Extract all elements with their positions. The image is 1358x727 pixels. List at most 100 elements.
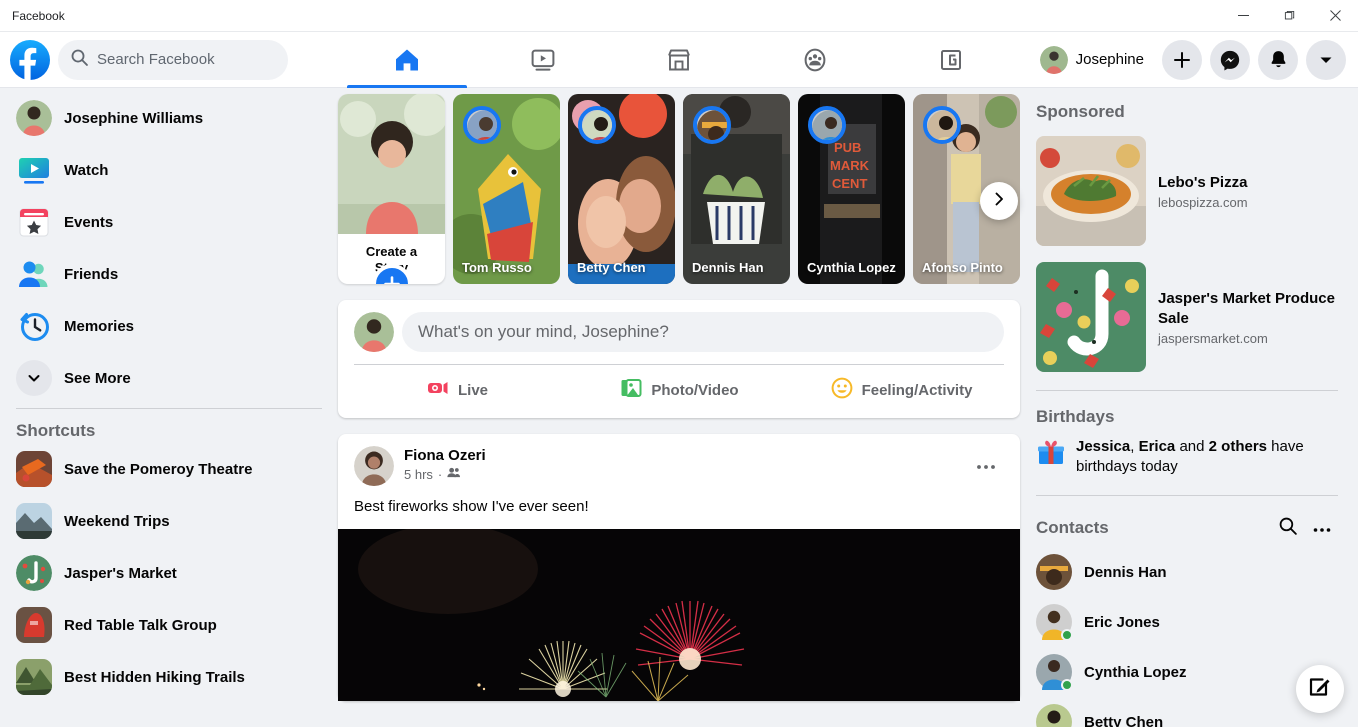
composer-feeling-button[interactable]: Feeling/Activity xyxy=(790,370,1012,410)
nav-tab-watch[interactable] xyxy=(475,32,611,88)
composer-input[interactable]: What's on your mind, Josephine? xyxy=(402,312,1004,352)
story-card[interactable]: Betty Chen xyxy=(568,94,675,284)
create-button[interactable] xyxy=(1162,39,1202,80)
sponsored-url: jaspersmarket.com xyxy=(1158,330,1268,346)
nav-tab-gaming[interactable] xyxy=(883,32,1019,88)
post-image[interactable] xyxy=(338,529,1020,701)
sidebar-item-label: Memories xyxy=(64,317,135,335)
post-more-button[interactable] xyxy=(968,446,1004,482)
birthday-item[interactable]: Jessica, Erica and 2 others have birthda… xyxy=(1028,433,1346,485)
feed-column: Create aStory Tom Russo xyxy=(338,88,1020,727)
story-name: Tom Russo xyxy=(462,260,532,275)
birthday-and: and xyxy=(1175,438,1209,455)
composer-live-label: Live xyxy=(457,381,488,399)
sidebar-item-label: See More xyxy=(64,369,131,387)
facebook-logo[interactable] xyxy=(10,39,50,80)
post-header: Fiona Ozeri 5 hrs · xyxy=(338,434,1020,486)
messenger-button[interactable] xyxy=(1210,39,1250,80)
sponsored-url: lebospizza.com xyxy=(1158,194,1248,210)
sidebar-item-label: Friends xyxy=(64,265,119,283)
live-video-icon xyxy=(426,376,450,404)
composer-photo-label: Photo/Video xyxy=(651,381,739,399)
sidebar-item-events[interactable]: Events xyxy=(8,200,330,244)
search-input[interactable] xyxy=(97,51,275,68)
birthday-text: Jessica, Erica and 2 others have birthda… xyxy=(1076,437,1338,477)
minimize-button[interactable] xyxy=(1220,0,1266,32)
sidebar-item-label: Josephine Williams xyxy=(64,109,204,127)
new-message-button[interactable] xyxy=(1296,665,1344,713)
sponsored-divider xyxy=(1036,390,1338,391)
post-author-avatar[interactable] xyxy=(354,446,394,486)
sidebar-item-label: Watch xyxy=(64,161,109,179)
shortcut-label: Best Hidden Hiking Trails xyxy=(64,668,245,686)
composer-live-button[interactable]: Live xyxy=(346,370,568,410)
avatar xyxy=(1036,704,1072,727)
notifications-button[interactable] xyxy=(1258,39,1298,80)
ellipsis-icon xyxy=(976,453,996,476)
contact-name: Cynthia Lopez xyxy=(1084,663,1187,681)
birthdays-divider xyxy=(1036,495,1338,496)
story-avatar xyxy=(463,106,501,144)
story-create-card[interactable]: Create aStory xyxy=(338,94,445,284)
shortcuts-heading: Shortcuts xyxy=(16,421,96,440)
contact-item-betty-chen[interactable]: Betty Chen xyxy=(1028,700,1346,727)
chevron-down-icon xyxy=(16,360,52,396)
sponsored-item-jaspers[interactable]: Jasper's Market Produce Sale jaspersmark… xyxy=(1028,254,1346,380)
contact-name: Betty Chen xyxy=(1084,713,1164,727)
sidebar-item-watch[interactable]: Watch xyxy=(8,148,330,192)
avatar xyxy=(1036,554,1072,590)
profile-chip[interactable]: Josephine xyxy=(1036,42,1154,78)
photo-icon xyxy=(619,376,643,404)
shortcut-label: Red Table Talk Group xyxy=(64,616,217,634)
shortcut-item-hiking[interactable]: Best Hidden Hiking Trails xyxy=(8,655,330,699)
shortcut-thumb-redtable xyxy=(16,607,52,643)
sidebar-item-friends[interactable]: Friends xyxy=(8,252,330,296)
contact-item-eric-jones[interactable]: Eric Jones xyxy=(1028,600,1346,644)
compose-icon xyxy=(1308,675,1332,704)
post-time: 5 hrs xyxy=(404,466,433,482)
post-composer-card: What's on your mind, Josephine? Live Pho… xyxy=(338,300,1020,418)
friends-icon xyxy=(16,256,52,292)
composer-photo-button[interactable]: Photo/Video xyxy=(568,370,790,410)
maximize-button[interactable] xyxy=(1266,0,1312,32)
account-menu-button[interactable] xyxy=(1306,39,1346,80)
story-card[interactable]: Dennis Han xyxy=(683,94,790,284)
sidebar-item-memories[interactable]: Memories xyxy=(8,304,330,348)
sidebar-item-profile[interactable]: Josephine Williams xyxy=(8,96,330,140)
shortcut-item-pomeroy[interactable]: Save the Pomeroy Theatre xyxy=(8,447,330,491)
shortcut-thumb-pomeroy xyxy=(16,451,52,487)
sidebar-item-see-more[interactable]: See More xyxy=(8,356,330,400)
nav-tab-home[interactable] xyxy=(339,32,475,88)
main-layout: Josephine Williams Watch Events Friends … xyxy=(0,88,1358,727)
watch-icon xyxy=(16,152,52,188)
story-card[interactable]: PUB MARK CENT Cynthia Lopez xyxy=(798,94,905,284)
shortcut-item-redtable[interactable]: Red Table Talk Group xyxy=(8,603,330,647)
composer-top-row: What's on your mind, Josephine? xyxy=(338,300,1020,364)
story-name: Betty Chen xyxy=(577,260,646,275)
friends-audience-icon xyxy=(447,466,461,482)
contacts-more-button[interactable] xyxy=(1306,512,1338,544)
sponsored-item-lebos[interactable]: Lebo's Pizza lebospizza.com xyxy=(1028,128,1346,254)
sponsored-text: Jasper's Market Produce Sale jaspersmark… xyxy=(1158,289,1338,346)
search-box[interactable] xyxy=(58,39,288,80)
close-button[interactable] xyxy=(1312,0,1358,32)
nav-tab-marketplace[interactable] xyxy=(611,32,747,88)
chevron-right-icon xyxy=(991,191,1007,212)
main-nav-tabs xyxy=(339,32,1019,88)
contacts-search-button[interactable] xyxy=(1272,512,1304,544)
post-author-name[interactable]: Fiona Ozeri xyxy=(404,446,968,465)
stories-next-button[interactable] xyxy=(980,182,1018,220)
shortcut-item-jasper[interactable]: Jasper's Market xyxy=(8,551,330,595)
window-title: Facebook xyxy=(12,8,65,23)
contact-item-dennis-han[interactable]: Dennis Han xyxy=(1028,550,1346,594)
window-titlebar: Facebook xyxy=(0,0,1358,32)
composer-actions: Live Photo/Video Feeling/Activity xyxy=(338,365,1020,418)
avatar xyxy=(1036,604,1073,641)
nav-tab-groups[interactable] xyxy=(747,32,883,88)
composer-avatar[interactable] xyxy=(354,312,394,352)
story-name: Afonso Pinto xyxy=(922,260,1003,275)
sponsored-text: Lebo's Pizza lebospizza.com xyxy=(1158,173,1248,210)
story-card[interactable]: Tom Russo xyxy=(453,94,560,284)
birthdays-heading: Birthdays xyxy=(1036,407,1115,426)
shortcut-item-weekend[interactable]: Weekend Trips xyxy=(8,499,330,543)
